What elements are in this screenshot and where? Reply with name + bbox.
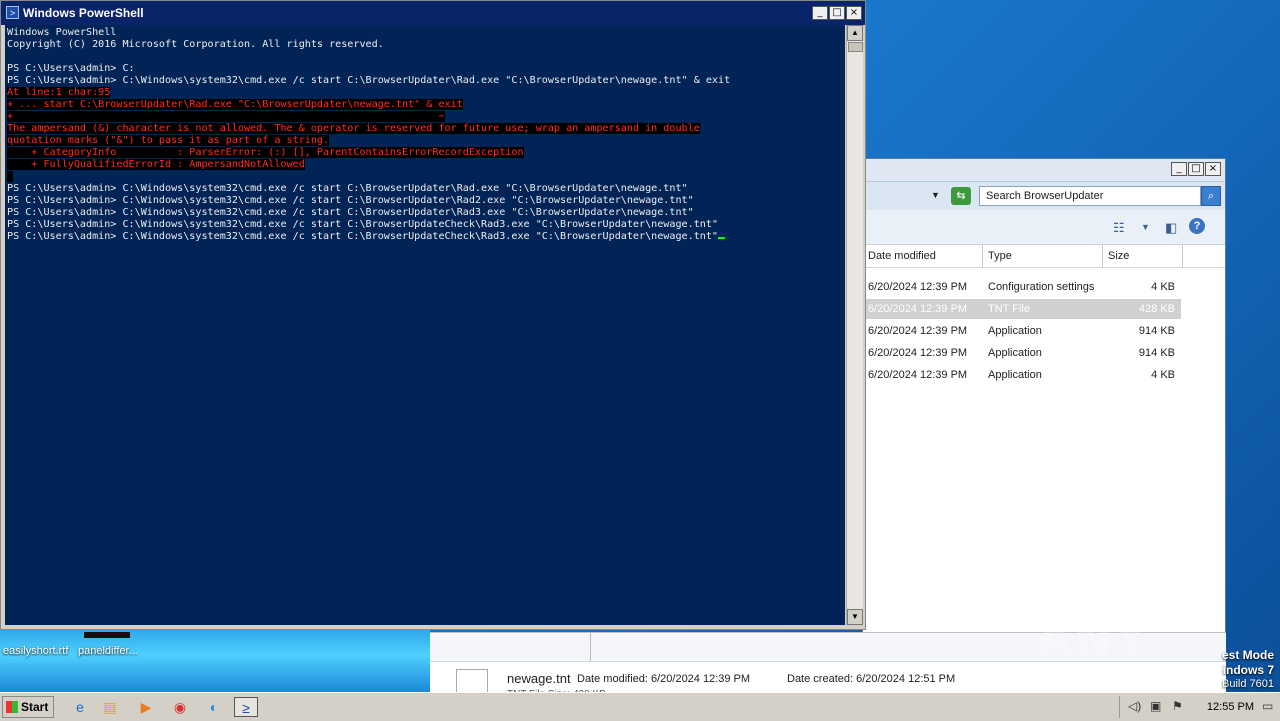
details-file-name: newage.tnt <box>507 671 571 686</box>
desktop-icon-thumbnail <box>84 632 130 638</box>
close-button[interactable]: × <box>846 6 862 20</box>
console-error-line: + ~ <box>7 111 445 122</box>
powershell-window: > Windows PowerShell _ □ × Windows Power… <box>0 0 866 630</box>
console-error-line: quotation marks ("&") to pass it as part… <box>7 135 330 146</box>
search-input[interactable]: Search BrowserUpdater <box>979 186 1201 206</box>
console-line: PS C:\Users\admin> C:\Windows\system32\c… <box>7 183 688 194</box>
test-mode-label: est Mode <box>1221 648 1274 662</box>
ie-icon[interactable]: e <box>68 697 92 717</box>
console-line: Copyright (C) 2016 Microsoft Corporation… <box>7 39 384 50</box>
scrollbar[interactable]: ▲ ▼ <box>846 25 863 625</box>
file-size: 4 KB <box>1151 281 1175 293</box>
windows-logo-icon <box>6 701 18 713</box>
network-icon[interactable]: ▣ <box>1150 699 1161 713</box>
console-error-line: + FullyQualifiedErrorId : AmpersandNotAl… <box>7 159 305 170</box>
desktop-wallpaper-swoosh <box>0 630 430 692</box>
file-size: 428 KB <box>1138 303 1175 315</box>
explorer-icon[interactable]: ▤ <box>98 697 122 717</box>
file-row[interactable]: 6/20/2024 12:39 PM Application 914 KB <box>863 343 1181 363</box>
volume-icon[interactable]: ◁) <box>1128 699 1141 713</box>
console-text: Windows PowerShell Copyright (C) 2016 Mi… <box>5 25 845 245</box>
console-line: PS C:\Users\admin> C:\Windows\system32\c… <box>7 75 731 86</box>
clock[interactable]: 12:55 PM <box>1207 701 1254 713</box>
window-title: Windows PowerShell <box>23 6 144 20</box>
build-label: Build 7601 <box>1222 678 1274 690</box>
console-line: PS C:\Users\admin> C:\Windows\system32\c… <box>7 231 719 242</box>
minimize-button[interactable]: _ <box>812 6 828 20</box>
maximize-button[interactable]: □ <box>1188 162 1204 176</box>
chevron-down-icon[interactable]: ▼ <box>931 190 940 200</box>
preview-pane-icon[interactable]: ◧ <box>1165 220 1177 236</box>
console-error-line: + ... start C:\BrowserUpdater\Rad.exe "C… <box>7 99 463 110</box>
address-bar: ▼ ⇆ Search BrowserUpdater ⌕ <box>863 181 1225 210</box>
details-date-modified: Date modified: 6/20/2024 12:39 PM <box>577 673 751 685</box>
console-line: Windows PowerShell <box>7 27 117 38</box>
maximize-button[interactable]: □ <box>829 6 845 20</box>
desktop-icon-panel[interactable]: paneldiffer... <box>78 632 138 657</box>
scroll-up-button[interactable]: ▲ <box>847 25 863 41</box>
desktop-icon-label: easilyshort.rtf <box>3 645 69 657</box>
action-center-icon[interactable]: ⚑ <box>1172 699 1183 713</box>
file-type: TNT File <box>988 303 1030 315</box>
file-date: 6/20/2024 12:39 PM <box>868 281 968 293</box>
column-header: Date modified Type Size <box>863 245 1225 268</box>
file-row[interactable]: 6/20/2024 12:39 PM Application 4 KB <box>863 365 1181 385</box>
column-size[interactable]: Size <box>1103 245 1183 267</box>
file-row-selected[interactable]: 6/20/2024 12:39 PM TNT File 428 KB <box>863 299 1181 319</box>
file-icon <box>456 669 488 694</box>
console-line: PS C:\Users\admin> C:\Windows\system32\c… <box>7 195 694 206</box>
media-player-icon[interactable]: ▶ <box>134 697 158 717</box>
details-date-created: Date created: 6/20/2024 12:51 PM <box>787 673 956 685</box>
console-cursor <box>718 237 726 239</box>
windows-version-label: indows 7 <box>1222 663 1274 677</box>
chevron-down-icon[interactable]: ▼ <box>1141 222 1150 232</box>
file-date: 6/20/2024 12:39 PM <box>868 325 968 337</box>
close-button[interactable]: × <box>1205 162 1221 176</box>
scroll-thumb[interactable] <box>848 42 863 52</box>
chrome-icon[interactable]: ◉ <box>168 697 192 717</box>
refresh-icon[interactable]: ⇆ <box>951 187 971 205</box>
file-type: Application <box>988 369 1042 381</box>
desktop-icon-label: paneldiffer... <box>78 645 138 657</box>
edge-icon[interactable]: ◐ <box>202 697 226 717</box>
file-date: 6/20/2024 12:39 PM <box>868 369 968 381</box>
show-desktop-icon[interactable]: ▭ <box>1262 699 1273 713</box>
taskbar: Start e ▤ ▶ ◉ ◐ ≥ ◁) ▣ ⚑ 12:55 PM ▭ <box>0 692 1280 721</box>
file-date: 6/20/2024 12:39 PM <box>868 347 968 359</box>
console-error-line <box>7 171 14 182</box>
explorer-titlebar[interactable]: _ □ × <box>863 159 1225 181</box>
console-line: PS C:\Users\admin> C:\Windows\system32\c… <box>7 219 719 230</box>
scroll-down-button[interactable]: ▼ <box>847 609 863 625</box>
powershell-icon: > <box>6 6 19 19</box>
start-label: Start <box>21 700 49 714</box>
file-size: 914 KB <box>1138 325 1175 337</box>
console-error-line: The ampersand (&) character is not allow… <box>7 123 700 134</box>
start-button[interactable]: Start <box>2 696 54 718</box>
file-type: Configuration settings <box>988 281 1095 293</box>
search-icon[interactable]: ⌕ <box>1201 186 1221 206</box>
powershell-icon[interactable]: ≥ <box>234 697 258 717</box>
file-size: 914 KB <box>1138 347 1175 359</box>
console-error-line: At line:1 char:95 <box>7 87 111 98</box>
file-date: 6/20/2024 12:39 PM <box>868 303 968 315</box>
column-type[interactable]: Type <box>983 245 1103 267</box>
file-size: 4 KB <box>1151 369 1175 381</box>
system-tray: ◁) ▣ ⚑ 12:55 PM ▭ <box>1119 696 1280 718</box>
file-type: Application <box>988 325 1042 337</box>
explorer-toolbar: ☷ ▼ ◧ ? <box>863 210 1225 245</box>
file-type: Application <box>988 347 1042 359</box>
file-row[interactable]: 6/20/2024 12:39 PM Configuration setting… <box>863 277 1181 297</box>
console-output[interactable]: Windows PowerShell Copyright (C) 2016 Mi… <box>5 25 845 625</box>
console-error-line: + CategoryInfo : ParserError: (:) [], Pa… <box>7 147 524 158</box>
console-line: PS C:\Users\admin> C: <box>7 63 135 74</box>
minimize-button[interactable]: _ <box>1171 162 1187 176</box>
powershell-titlebar[interactable]: > Windows PowerShell _ □ × <box>1 1 865 25</box>
desktop-icon-rtf[interactable]: easilyshort.rtf <box>3 645 68 657</box>
file-row[interactable]: 6/20/2024 12:39 PM Application 914 KB <box>863 321 1181 341</box>
column-date-modified[interactable]: Date modified <box>863 245 983 267</box>
console-line: PS C:\Users\admin> C:\Windows\system32\c… <box>7 207 694 218</box>
help-icon[interactable]: ? <box>1189 218 1205 234</box>
views-icon[interactable]: ☷ <box>1113 220 1125 236</box>
